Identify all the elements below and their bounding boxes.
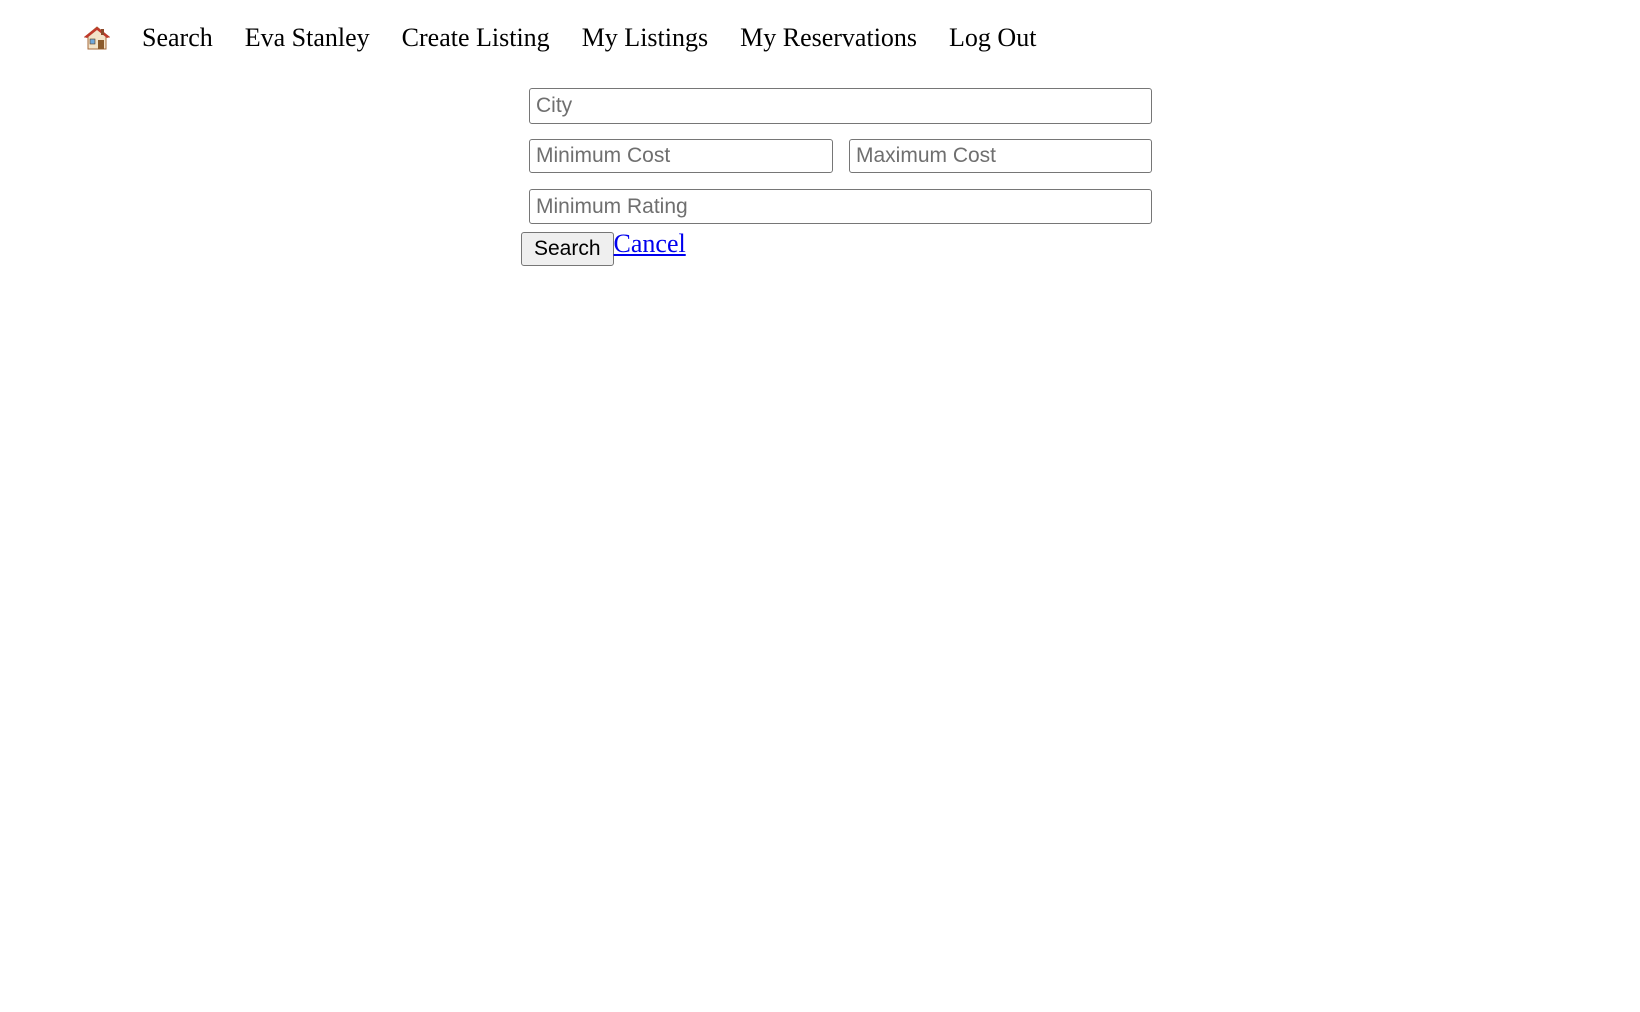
city-input[interactable] <box>529 88 1152 124</box>
minimum-rating-input[interactable] <box>529 189 1152 224</box>
nav-create-listing-link[interactable]: Create Listing <box>402 18 550 58</box>
search-button[interactable]: Search <box>521 232 614 266</box>
top-navigation: Search Eva Stanley Create Listing My Lis… <box>83 18 1068 58</box>
nav-search-link[interactable]: Search <box>142 18 213 58</box>
nav-my-reservations-link[interactable]: My Reservations <box>740 18 917 58</box>
nav-log-out-link[interactable]: Log Out <box>949 18 1036 58</box>
nav-my-listings-link[interactable]: My Listings <box>582 18 708 58</box>
minimum-cost-input[interactable] <box>529 139 833 173</box>
maximum-cost-input[interactable] <box>849 139 1152 173</box>
house-icon[interactable] <box>83 25 111 51</box>
nav-user-link[interactable]: Eva Stanley <box>245 18 370 58</box>
form-actions: Search Cancel <box>521 230 686 266</box>
cancel-link[interactable]: Cancel <box>614 230 686 258</box>
